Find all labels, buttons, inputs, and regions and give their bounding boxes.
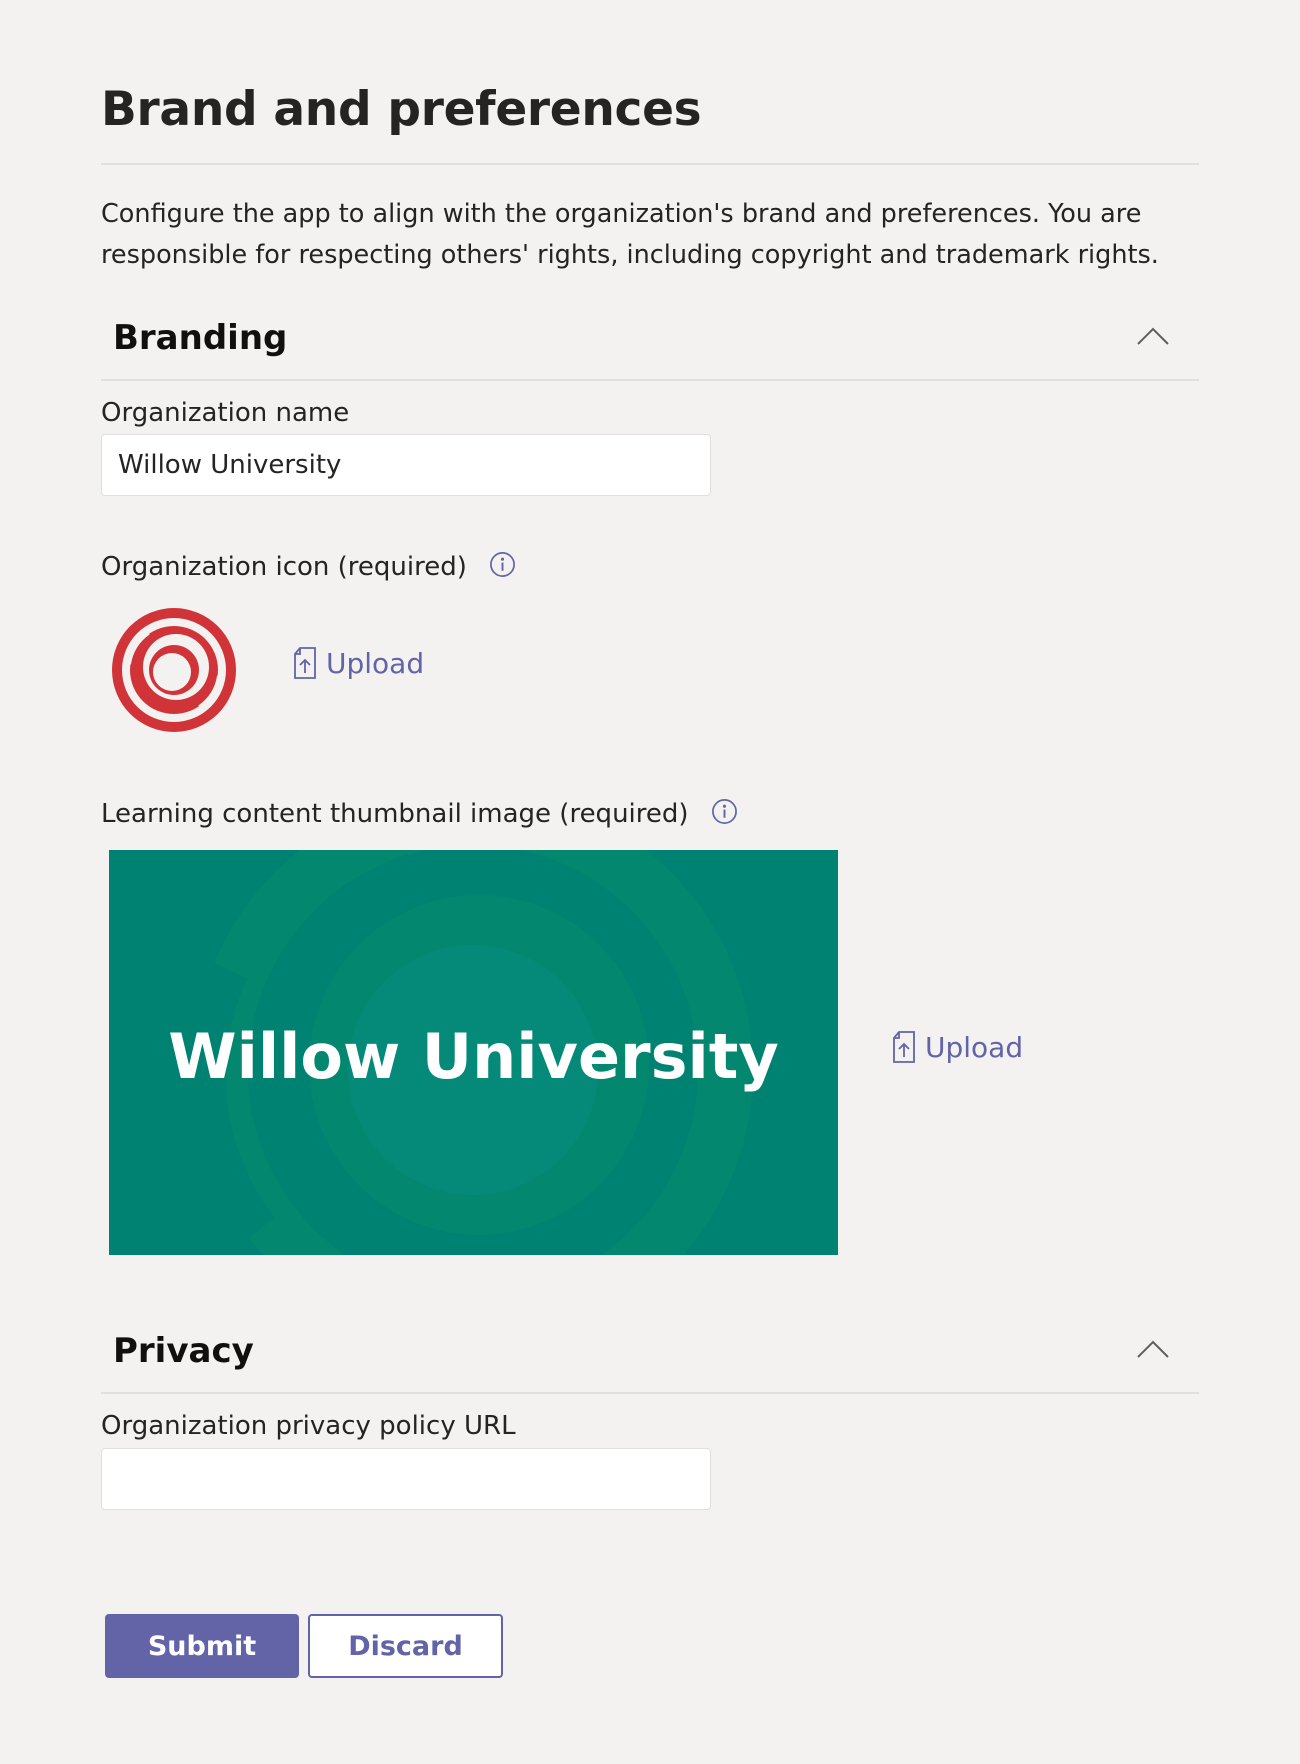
discard-button[interactable]: Discard [308,1614,503,1678]
org-icon-upload-label: Upload [326,646,425,680]
thumbnail-label-row: Learning content thumbnail image (requir… [101,799,738,829]
org-icon-label: Organization icon (required) [101,552,467,582]
privacy-url-input[interactable] [101,1448,711,1510]
privacy-section-header[interactable]: Privacy [101,1331,1199,1391]
org-icon-label-row: Organization icon (required) [101,552,516,582]
page-description: Configure the app to align with the orga… [101,199,1159,270]
org-name-label: Organization name [101,398,350,428]
info-icon[interactable] [711,798,738,825]
branding-section-header[interactable]: Branding [101,318,1199,378]
privacy-section-title: Privacy [113,1331,254,1371]
thumbnail-title-text: Willow University [168,1020,779,1093]
page-title: Brand and preferences [101,82,702,137]
privacy-divider [101,1392,1199,1394]
info-icon[interactable] [489,551,516,578]
file-upload-icon [294,647,316,679]
file-upload-icon [893,1031,915,1063]
thumbnail-image: Willow University [109,850,838,1255]
chevron-up-icon[interactable] [1135,324,1171,348]
organization-logo-image [112,608,236,732]
thumbnail-upload-link[interactable]: Upload [891,1030,1023,1064]
org-icon-upload-link[interactable]: Upload [292,646,424,680]
branding-section-title: Branding [113,318,288,358]
chevron-up-icon[interactable] [1135,1337,1171,1361]
privacy-url-label: Organization privacy policy URL [101,1411,516,1441]
thumbnail-label: Learning content thumbnail image (requir… [101,799,689,829]
thumbnail-upload-label: Upload [925,1030,1024,1064]
submit-button[interactable]: Submit [105,1614,299,1678]
title-divider [101,163,1199,165]
branding-divider [101,379,1199,381]
org-name-input[interactable] [101,434,711,496]
